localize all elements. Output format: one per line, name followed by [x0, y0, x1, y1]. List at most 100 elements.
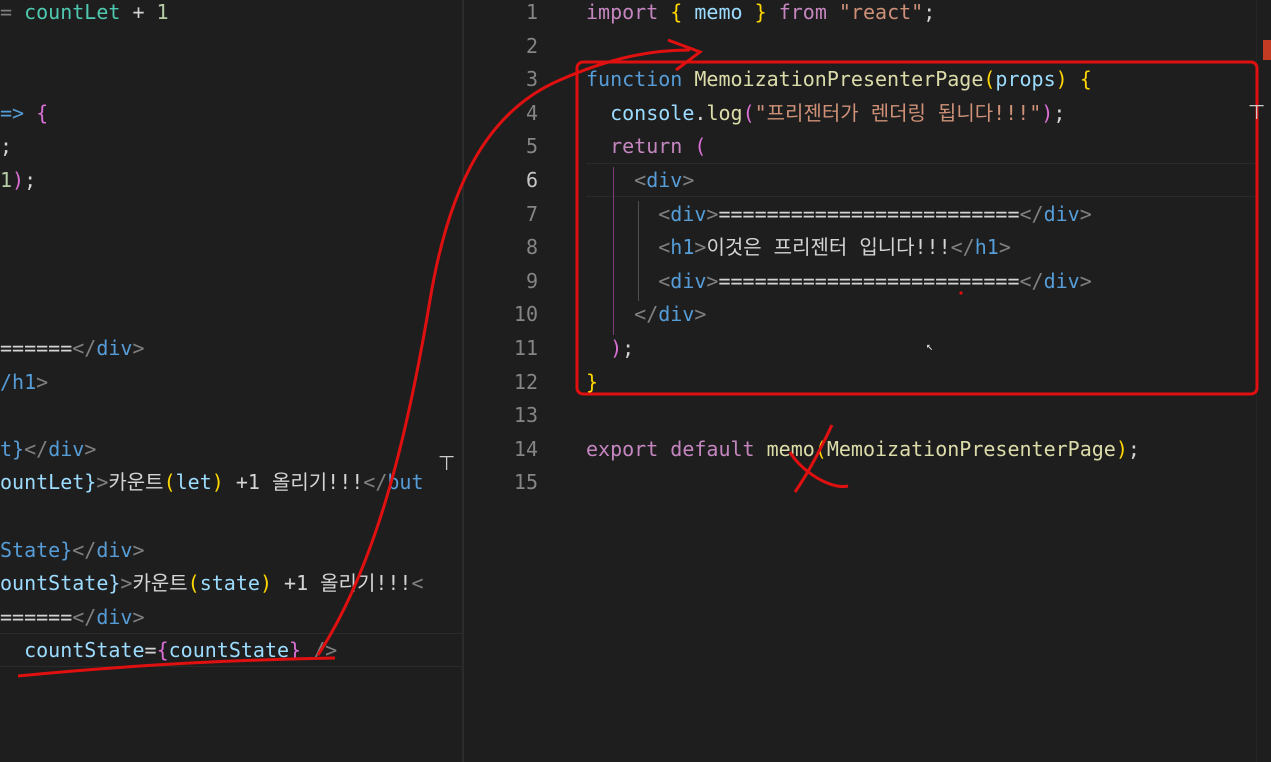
text-cursor-icon-left: ⊤ [438, 451, 456, 475]
left-code-line[interactable]: 1); [0, 163, 36, 197]
code-token: > [1079, 201, 1092, 226]
right-code-line[interactable]: export default memo(MemoizationPresenter… [586, 432, 1140, 466]
code-token: ) [259, 571, 272, 596]
left-code-line[interactable]: ; [0, 129, 12, 163]
right-code-line[interactable]: <div>=========================</div> [586, 264, 1092, 298]
code-token: > [84, 436, 97, 461]
code-token: ( [163, 470, 176, 495]
code-token: </ [72, 537, 97, 562]
code-token: state [199, 571, 260, 596]
code-token: countState [24, 638, 145, 663]
code-token: ) [1055, 67, 1068, 92]
code-token: 1 [0, 168, 13, 192]
code-token: > [694, 302, 707, 327]
right-code-line[interactable]: ); [586, 331, 634, 365]
code-token: "react" [838, 0, 924, 24]
code-token: div [1043, 268, 1080, 293]
code-token: from [766, 0, 839, 24]
right-code-line[interactable]: return ( [586, 129, 706, 163]
right-code-line[interactable]: </div> [586, 297, 706, 331]
code-token: div [670, 201, 707, 226]
code-token: { [1079, 67, 1092, 92]
indent-guide [638, 200, 639, 302]
code-token: > [132, 336, 145, 360]
code-token: </ [1019, 201, 1044, 226]
code-token: > [120, 571, 133, 596]
left-code-line[interactable]: t}</div> [0, 432, 96, 466]
left-code-line[interactable]: countState={countState} /> [0, 633, 337, 667]
code-token: ; [622, 336, 635, 360]
line-number: 11 [513, 336, 538, 360]
code-token: div [670, 268, 707, 293]
code-token: ====== [0, 604, 73, 629]
right-editor-pane[interactable]: 1 2 3 4 5 6 7 8 9 10 11 12 13 14 15 import { memo } fro… [464, 0, 1271, 762]
code-token: > [36, 369, 49, 394]
right-code-line[interactable]: console.log("프리젠터가 렌더링 됩니다!!!"); [586, 96, 1065, 130]
right-code-line[interactable]: <div> [586, 163, 694, 197]
code-token: div [646, 168, 683, 192]
code-token: = [144, 638, 157, 663]
code-token: /h1 [0, 369, 37, 394]
right-code-line[interactable]: <div>=========================</div> [586, 197, 1092, 231]
code-token: { [670, 0, 695, 24]
code-token: import [586, 0, 671, 24]
code-token: ) [610, 336, 623, 360]
code-token: = [0, 0, 25, 24]
code-token: ) [12, 168, 25, 192]
code-token: div [658, 302, 695, 327]
code-token: console [610, 100, 695, 125]
right-code-line[interactable]: <h1>이것은 프리젠터 입니다!!!</h1> [586, 230, 1011, 264]
code-token: . [694, 100, 707, 125]
left-code-line[interactable]: = countLet + 1 [0, 0, 169, 29]
code-token: > [706, 201, 719, 226]
left-code-line[interactable]: ======</div> [0, 600, 145, 634]
left-code-line[interactable]: ======</div> [0, 331, 145, 365]
left-editor-pane[interactable]: = countLet + 1 => {; 1); ======</div>/h1> t}… [0, 0, 463, 762]
code-token: > [998, 235, 1011, 260]
code-token: ====== [0, 336, 73, 360]
code-token: ountState} [0, 571, 121, 596]
line-number: 15 [513, 470, 538, 495]
code-token: > [132, 604, 145, 629]
code-token: </ [1019, 268, 1044, 293]
code-token: ========================= [718, 268, 1020, 293]
line-number: 4 [525, 100, 538, 125]
line-number: 3 [525, 67, 538, 92]
left-code-line[interactable]: ountState}>카운트(state) +1 올리기!!!< [0, 566, 424, 600]
code-token: default [670, 436, 767, 461]
right-code-line[interactable]: } [586, 365, 598, 399]
text-cursor-icon: ⊤ [1248, 100, 1266, 124]
line-number: 5 [525, 134, 538, 159]
line-number: 8 [525, 235, 538, 260]
code-token: > [682, 168, 695, 192]
code-token: < [658, 268, 671, 293]
code-token: > [706, 268, 719, 293]
line-number: 7 [525, 201, 538, 226]
left-code-line[interactable]: ountLet}>카운트(let) +1 올리기!!!</but [0, 465, 424, 499]
code-token: ; [24, 168, 37, 192]
code-token: MemoizationPresenterPage [694, 67, 984, 92]
code-token: + [120, 0, 157, 24]
code-token: ; [1127, 436, 1140, 461]
code-token: => [0, 100, 37, 125]
right-code-line[interactable]: import { memo } from "react"; [586, 0, 935, 29]
code-token: ( [187, 571, 200, 596]
code-token: "프리젠터가 렌더링 됩니다!!!" [754, 100, 1042, 125]
left-code-line[interactable]: State}</div> [0, 533, 145, 567]
code-token: { [36, 100, 49, 125]
line-number: 14 [513, 436, 538, 461]
code-token: /> [301, 638, 338, 663]
code-token: > [694, 235, 707, 260]
code-token: State} [0, 537, 73, 562]
scrollbar-error-marker [1263, 40, 1271, 60]
left-code-line[interactable]: => { [0, 96, 48, 130]
code-token: > [1079, 268, 1092, 293]
right-code-line[interactable]: function MemoizationPresenterPage(props)… [586, 62, 1092, 96]
indent-guide [613, 167, 614, 335]
left-code-line[interactable]: /h1> [0, 365, 48, 399]
